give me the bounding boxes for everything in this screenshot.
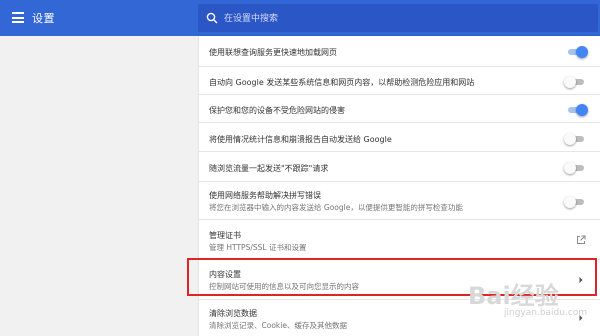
setting-description: 清除浏览记录、Cookie、缓存及其他数据 (209, 321, 347, 330)
setting-row-usage-statistics[interactable]: 将使用情况统计信息和崩溃报告自动发送给 Google (199, 122, 600, 151)
setting-row-prediction-service[interactable]: 使用联想查询服务更快速地加载网页 (199, 36, 600, 66)
toggle-switch[interactable] (564, 196, 586, 208)
setting-label: 使用联想查询服务更快速地加载网页 (209, 48, 337, 57)
search-icon (206, 12, 218, 24)
setting-row-clear-browsing-data[interactable]: 清除浏览数据 清除浏览记录、Cookie、缓存及其他数据 (199, 299, 600, 336)
setting-label: 随浏览流量一起发送"不跟踪"请求 (209, 164, 329, 173)
page-title: 设置 (32, 12, 55, 25)
setting-row-do-not-track[interactable]: 随浏览流量一起发送"不跟踪"请求 (199, 151, 600, 181)
toggle-switch[interactable] (566, 46, 588, 58)
toggle-switch[interactable] (566, 104, 588, 116)
setting-label: 清除浏览数据 (209, 309, 257, 318)
setting-label: 内容设置 (209, 270, 241, 279)
hamburger-menu-icon[interactable] (12, 12, 24, 23)
setting-label: 将使用情况统计信息和崩溃报告自动发送给 Google (209, 135, 392, 144)
search-bar[interactable] (198, 4, 598, 32)
settings-panel: 使用联想查询服务更快速地加载网页 自动向 Google 发送某些系统信息和网页内… (199, 36, 600, 336)
external-link-icon[interactable] (576, 235, 586, 245)
chevron-right-icon (579, 315, 583, 321)
toggle-switch[interactable] (564, 133, 586, 145)
search-input[interactable] (224, 11, 584, 26)
setting-row-spelling-service[interactable]: 使用网络服务帮助解决拼写错误 将您在浏览器中输入的内容发送给 Google，以便… (199, 181, 600, 219)
setting-description: 将您在浏览器中输入的内容发送给 Google，以便提供更智能的拼写检查功能 (209, 203, 463, 212)
top-bar: 设置 (0, 0, 600, 36)
chevron-right-icon (579, 277, 583, 283)
setting-row-content-settings[interactable]: 内容设置 控制网站可使用的信息以及可向您显示的内容 (199, 259, 600, 299)
setting-description: 管理 HTTPS/SSL 证书和设置 (209, 243, 307, 252)
setting-label: 保护您和您的设备不受危险网站的侵害 (209, 106, 345, 115)
setting-row-safe-browsing-extended-reporting[interactable]: 自动向 Google 发送某些系统信息和网页内容，以帮助检测危险应用和网站 (199, 66, 600, 94)
setting-row-manage-certificates[interactable]: 管理证书 管理 HTTPS/SSL 证书和设置 (199, 219, 600, 259)
setting-label: 自动向 Google 发送某些系统信息和网页内容，以帮助检测危险应用和网站 (209, 78, 475, 87)
setting-description: 控制网站可使用的信息以及可向您显示的内容 (209, 282, 359, 291)
setting-label: 使用网络服务帮助解决拼写错误 (209, 191, 321, 200)
toggle-switch[interactable] (564, 162, 586, 174)
setting-label: 管理证书 (209, 231, 241, 240)
setting-row-safe-browsing[interactable]: 保护您和您的设备不受危险网站的侵害 (199, 94, 600, 122)
toggle-switch[interactable] (564, 76, 586, 88)
